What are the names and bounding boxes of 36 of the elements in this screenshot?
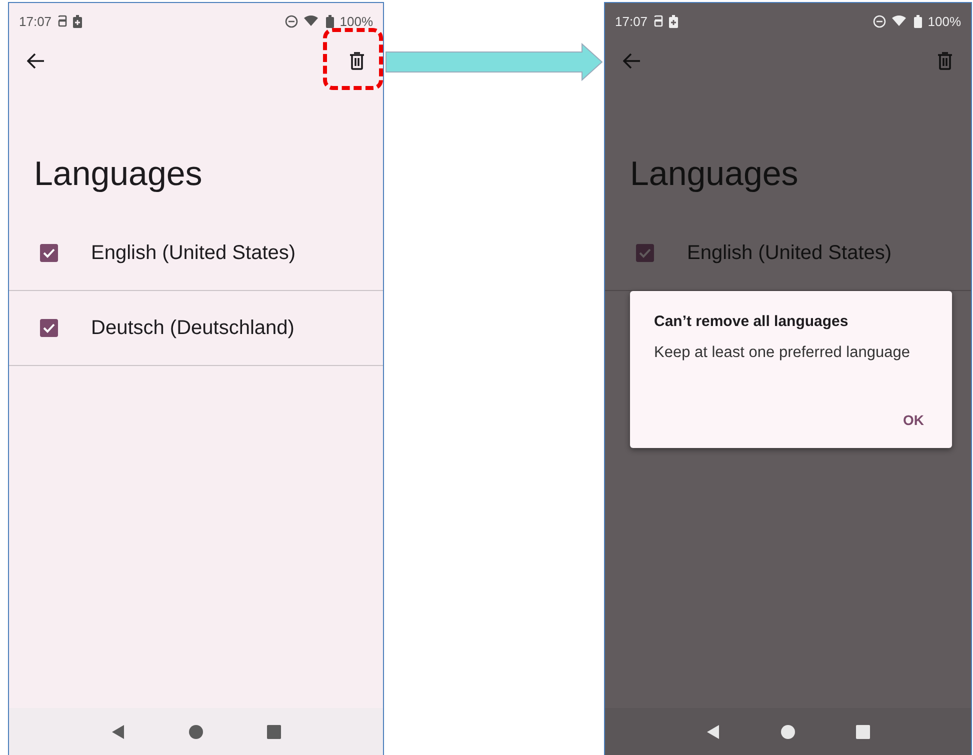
trash-icon[interactable]: [349, 52, 365, 70]
page-title: Languages: [34, 155, 204, 194]
dialog-message: Keep at least one preferred language: [654, 344, 911, 362]
checkbox[interactable]: [40, 244, 58, 262]
do-not-disturb-icon: [284, 14, 298, 28]
home-circle-icon[interactable]: [189, 725, 203, 739]
sim-icon: [654, 15, 663, 27]
checkbox[interactable]: [636, 244, 654, 262]
right-arrow-icon: [384, 42, 604, 82]
back-arrow-icon[interactable]: [27, 53, 45, 69]
language-name: English (United States): [687, 242, 892, 264]
ok-button[interactable]: OK: [899, 410, 928, 430]
language-name: Deutsch (Deutschland): [91, 316, 294, 340]
page-title: Languages: [630, 155, 800, 194]
wifi-icon: [892, 15, 908, 27]
recents-square-icon[interactable]: [856, 725, 870, 739]
battery-icon: [914, 14, 922, 28]
battery-icon: [668, 14, 678, 28]
language-name: English (United States): [91, 242, 296, 264]
checkmark-icon: [639, 248, 651, 258]
checkbox[interactable]: [40, 319, 58, 337]
battery-icon: [72, 14, 82, 28]
status-time: 17:07: [19, 14, 52, 28]
back-triangle-icon[interactable]: [706, 724, 720, 740]
battery-icon: [326, 14, 334, 28]
dialog-title: Can’t remove all languages: [654, 313, 850, 330]
home-circle-icon[interactable]: [780, 725, 795, 739]
checkmark-icon: [43, 248, 55, 258]
status-time: 17:07: [615, 14, 648, 28]
do-not-disturb-icon: [872, 14, 886, 28]
sim-icon: [58, 15, 67, 27]
back-triangle-icon[interactable]: [111, 724, 125, 740]
checkmark-icon: [43, 323, 55, 333]
battery-percent: 100%: [928, 14, 961, 28]
battery-percent: 100%: [340, 14, 373, 28]
wifi-icon: [304, 15, 320, 27]
